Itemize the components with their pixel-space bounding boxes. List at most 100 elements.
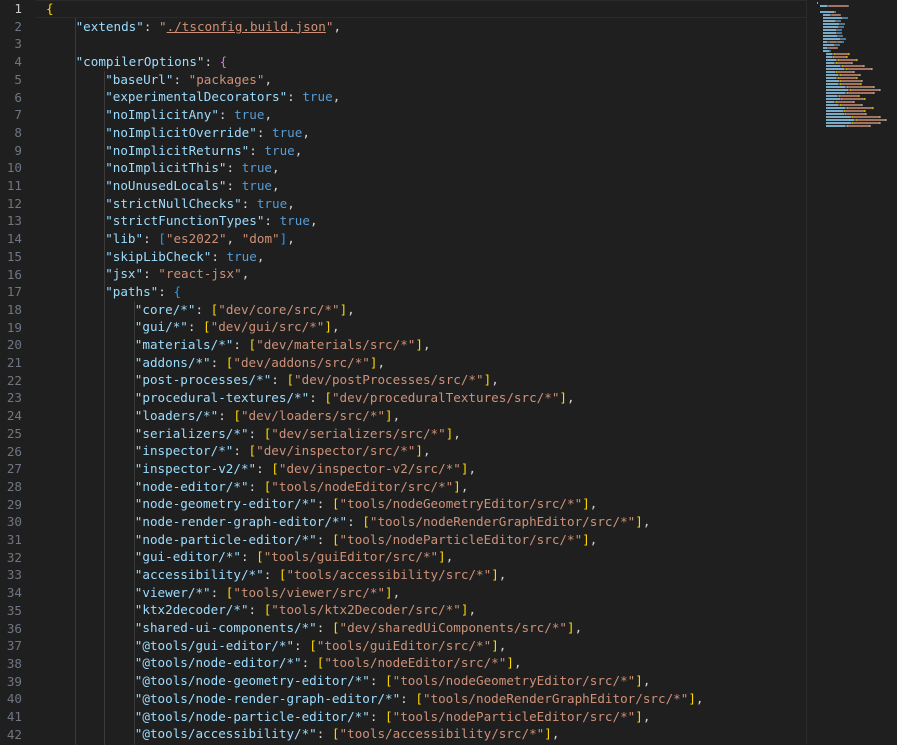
json-key: "baseUrl" [105,71,174,87]
minimap-token [861,104,863,106]
code-line[interactable]: "materials/*": ["dev/materials/src/*"], [46,336,807,354]
code-line[interactable]: "ktx2decoder/*": ["tools/ktx2Decoder/src… [46,601,807,619]
punctuation: : [158,284,174,299]
code-line[interactable]: "strictNullChecks": true, [46,195,807,213]
minimap-token [826,68,845,70]
line-number: 26 [6,443,22,459]
code-line[interactable]: { [46,0,807,18]
punctuation: : [316,620,332,636]
code-line[interactable]: "@tools/node-editor/*": ["tools/nodeEdit… [46,654,807,672]
punctuation: , [567,390,575,406]
code-line[interactable]: "loaders/*": ["dev/loaders/src/*"], [46,407,807,425]
bracket: { [46,1,54,16]
minimap-token [823,23,839,25]
code-line[interactable]: "noUnusedLocals": true, [46,177,807,195]
code-editor[interactable]: 1 2 3 4 5 6 7 8 9 10 11 12 13 14 15 16 17 18 19 20 21 22 23 24 2… [0,0,897,745]
minimap-token [839,14,841,16]
punctuation: : [248,478,264,494]
code-line[interactable]: "@tools/node-render-graph-editor/*": ["t… [46,690,807,708]
minimap-token [826,110,843,112]
line-number: 1 [14,1,22,16]
code-line[interactable]: "post-processes/*": ["dev/postProcesses/… [46,371,807,389]
code-line[interactable]: "node-geometry-editor/*": ["tools/nodeGe… [46,495,807,513]
code-line[interactable]: "node-render-graph-editor/*": ["tools/no… [46,513,807,531]
code-line[interactable]: "serializers/*": ["dev/serializers/src/*… [46,425,807,443]
code-line[interactable]: "baseUrl": "packages", [46,71,807,89]
code-line[interactable]: "gui-editor/*": ["tools/guiEditor/src/*"… [46,548,807,566]
line-number: 34 [6,585,22,601]
code-line[interactable]: "@tools/accessibility/*": ["tools/access… [46,725,807,743]
code-line[interactable]: "@tools/gui-editor/*": ["tools/guiEditor… [46,637,807,655]
code-line[interactable]: "inspector/*": ["dev/inspector/src/*"], [46,442,807,460]
code-line[interactable]: "experimentalDecorators": true, [46,88,807,106]
code-line[interactable]: "procedural-textures/*": ["dev/procedura… [46,389,807,407]
punctuation: : [143,230,159,246]
minimap-token [847,107,872,109]
line-number: 35 [6,602,22,618]
json-string-link[interactable]: ./tsconfig.build.json [167,19,326,34]
json-key: "post-processes/*" [134,372,272,388]
code-line[interactable]: "node-editor/*": ["tools/nodeEditor/src/… [46,478,807,496]
punctuation: : [195,301,211,317]
minimap-token [840,29,842,31]
code-line[interactable]: "addons/*": ["dev/addons/src/*"], [46,354,807,372]
code-line[interactable]: "noImplicitThis": true, [46,159,807,177]
code-line[interactable]: "jsx": "react-jsx", [46,265,807,283]
code-line[interactable]: "viewer/*": ["tools/viewer/src/*"], [46,584,807,602]
minimap-token [860,74,861,76]
bracket: [ [331,620,340,636]
code-line[interactable]: "inspector-v2/*": ["dev/inspector-v2/src… [46,460,807,478]
code-line[interactable]: "node-particle-editor/*": ["tools/nodePa… [46,531,807,549]
minimap-token [823,35,838,37]
minimap-token [831,14,840,16]
json-key: "@tools/node-editor/*" [134,655,302,671]
code-line[interactable]: "core/*": ["dev/core/src/*"], [46,301,807,319]
code-line[interactable]: "extends": "./tsconfig.build.json", [46,18,807,36]
bracket: [ [233,407,241,423]
json-string: "tools/nodeParticleEditor/src/*" [339,531,583,547]
code-area[interactable]: { "extends": "./tsconfig.build.json", "com… [46,0,807,745]
minimap-token [844,38,846,40]
bracket: [ [203,319,211,335]
json-key: "jsx" [105,266,144,282]
code-line[interactable]: "accessibility/*": ["tools/accessibility… [46,566,807,584]
punctuation: , [272,177,280,193]
code-line[interactable]: "compilerOptions": { [46,53,807,71]
minimap-token [826,77,837,79]
minimap-token [847,125,870,127]
code-line[interactable] [46,35,807,53]
code-line[interactable]: "lib": ["es2022", "dom"], [46,230,807,248]
json-string: "dev/gui/src/*" [210,319,325,335]
minimap[interactable] [807,0,897,745]
minimap-token [826,98,840,100]
punctuation: , [302,124,310,140]
minimap-token [856,59,858,61]
minimap-token [840,74,859,76]
json-string: "tools/accessibility/src/*" [339,726,545,742]
json-string: "dev/addons/src/*" [233,354,370,370]
minimap-token [859,95,861,97]
code-line[interactable]: "noImplicitOverride": true, [46,124,807,142]
json-key: "node-geometry-editor/*" [134,496,317,512]
json-boolean: true [241,160,273,176]
code-line[interactable]: "@tools/node-geometry-editor/*": ["tools… [46,672,807,690]
minimap-token [820,11,834,13]
code-line[interactable]: "@tools/node-particle-editor/*": ["tools… [46,708,807,726]
json-boolean: true [256,195,288,211]
json-string: " [159,18,167,34]
code-line[interactable]: "shared-ui-components/*": ["dev/sharedUi… [46,619,807,637]
minimap-token [839,95,859,97]
code-line[interactable]: "noImplicitAny": true, [46,106,807,124]
code-line[interactable]: "skipLibCheck": true, [46,248,807,266]
json-key: "@tools/node-render-graph-editor/*" [134,690,401,706]
minimap-token [853,122,879,124]
line-number: 5 [14,71,22,87]
code-line[interactable]: "noImplicitReturns": true, [46,142,807,160]
line-number: 6 [14,89,22,105]
code-line[interactable]: "paths": { [46,283,807,301]
line-number: 11 [6,178,22,193]
code-line[interactable]: "gui/*": ["dev/gui/src/*"], [46,318,807,336]
code-line[interactable]: "strictFunctionTypes": true, [46,212,807,230]
punctuation: , [551,726,560,742]
minimap-token [842,41,844,43]
